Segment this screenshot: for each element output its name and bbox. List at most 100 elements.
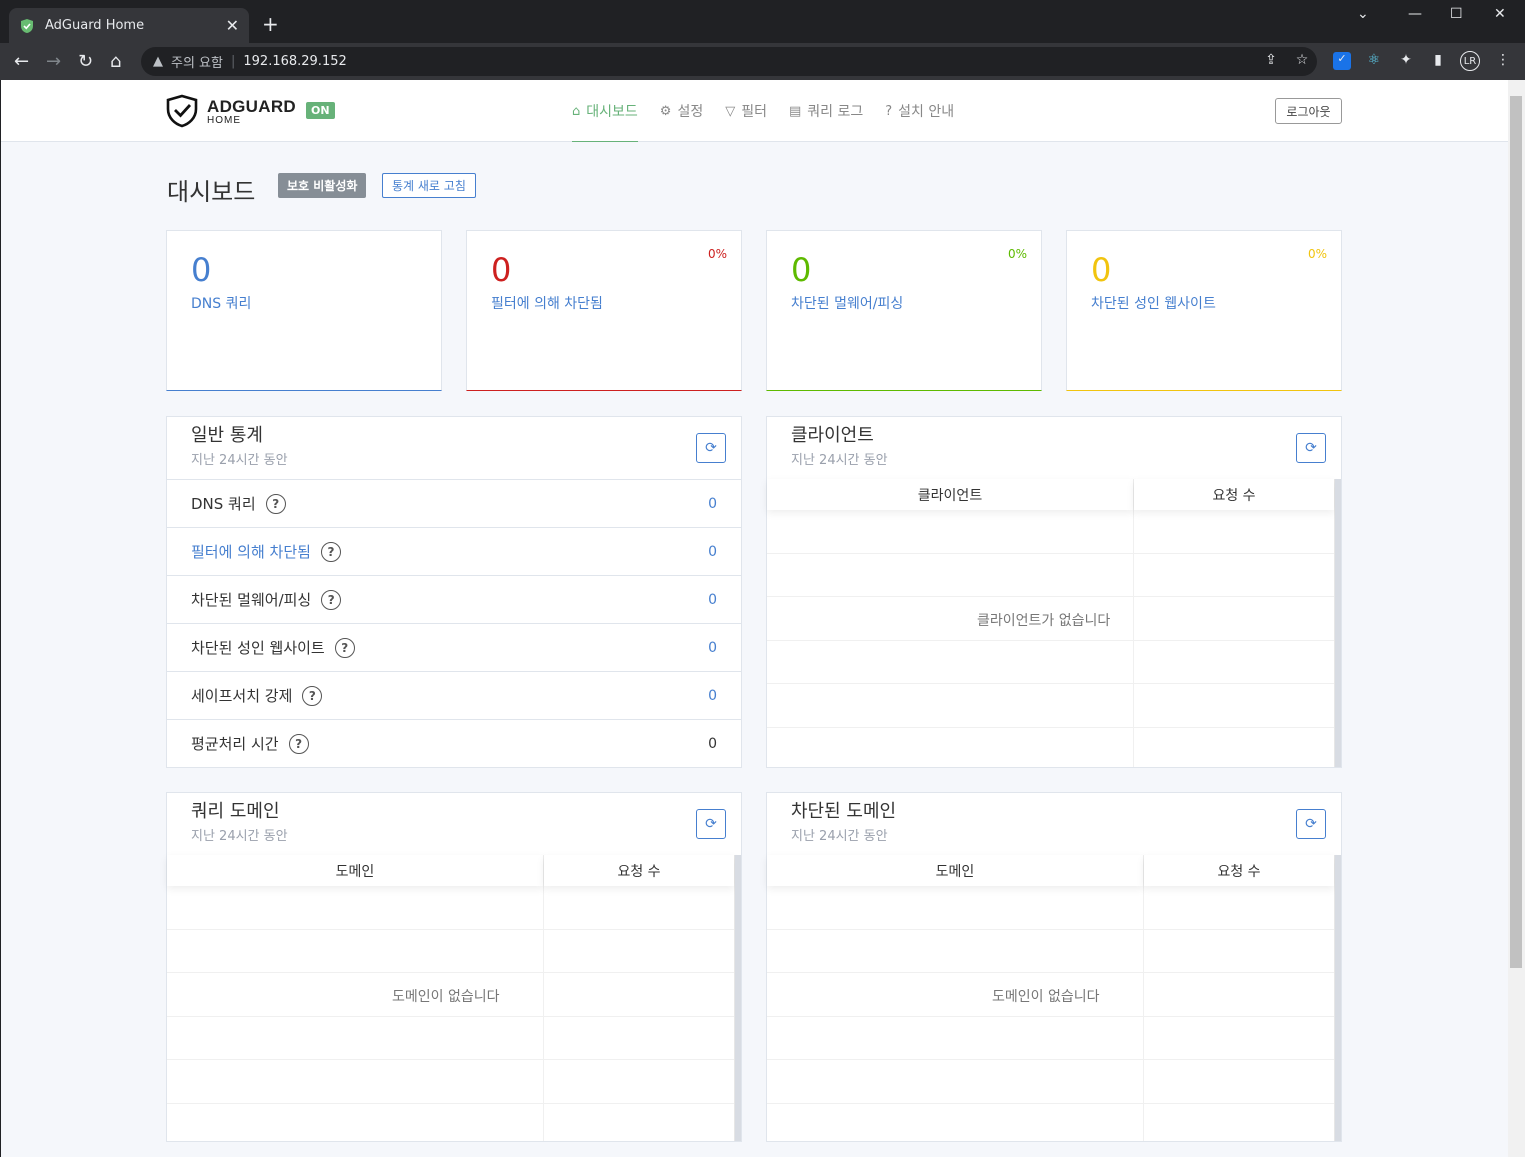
column-header[interactable]: 요청 수 [1144,855,1334,886]
stat-value: 0 [491,251,512,289]
refresh-stats-button[interactable]: 통계 새로 고침 [382,173,476,198]
back-icon[interactable]: ← [14,51,29,72]
empty-message: 클라이언트가 없습니다 [959,602,1129,638]
card-subtitle: 지난 24시간 동안 [191,829,288,844]
reload-icon[interactable]: ↻ [78,51,93,72]
column-header[interactable]: 요청 수 [544,855,734,886]
browser-tab[interactable]: AdGuard Home ✕ [9,8,249,43]
nav-settings[interactable]: ⚙ 설정 [660,80,703,142]
clients-table: 클라이언트 요청 수 클라이언트가 없습니다 [767,479,1335,767]
main-nav: ⌂ 대시보드 ⚙ 설정 ▽ 필터 ▤ 쿼리 로그 ? 설치 안내 [572,80,976,142]
adguard-shield-icon [166,94,198,128]
column-header[interactable]: 클라이언트 [767,479,1133,510]
logout-button[interactable]: 로그아웃 [1275,98,1342,124]
react-devtools-icon[interactable]: ⚛ [1365,52,1383,70]
nav-label: 대시보드 [586,104,638,120]
help-circle-icon[interactable]: ? [265,493,286,514]
stat-percent: 0% [707,247,727,261]
stat-row: 차단된 멀웨어/피싱? 0 [167,575,741,623]
address-input[interactable]: ▲ 주의 요함 | 192.168.29.152 [141,47,1317,76]
help-circle-icon[interactable]: ? [320,541,341,562]
column-header[interactable]: 도메인 [167,855,543,886]
profile-avatar[interactable]: LR [1460,51,1480,71]
sidepanel-icon[interactable]: ▮ [1429,52,1447,70]
stat-card-blocked-adult: 0 차단된 성인 웹사이트 0% [1066,230,1342,391]
nav-label: 쿼리 로그 [807,104,864,120]
table-scrollbar[interactable] [1335,479,1341,767]
stat-row-label: 평균처리 시간? [191,733,309,754]
card-subtitle: 지난 24시간 동안 [791,829,888,844]
stat-value: 0 [191,251,212,289]
stat-percent: 0% [1007,247,1027,261]
stat-row-label[interactable]: 필터에 의해 차단됨? [191,541,341,562]
nav-query-log[interactable]: ▤ 쿼리 로그 [789,80,863,142]
stat-value: 0 [791,251,812,289]
blocked-domains-table: 도메인 요청 수 도메인이 없습니다 [767,855,1335,1141]
stat-card-blocked-filters: 0 필터에 의해 차단됨 0% [466,230,742,391]
column-header[interactable]: 요청 수 [1134,479,1334,510]
new-tab-button[interactable]: + [262,12,279,36]
window-close-icon[interactable]: ✕ [1494,6,1506,22]
bookmark-star-icon[interactable]: ☆ [1293,52,1311,70]
stat-row-value: 0 [708,495,717,512]
tab-title: AdGuard Home [45,18,145,33]
browser-tab-bar: AdGuard Home ✕ + ⌄ — ☐ ✕ [0,0,1525,43]
stat-row-value: 0 [708,639,717,656]
stat-row: 필터에 의해 차단됨? 0 [167,527,741,575]
table-scrollbar[interactable] [1335,855,1341,1141]
warning-icon: ▲ [153,54,163,69]
stat-row-value: 0 [708,687,717,704]
help-circle-icon[interactable]: ? [302,685,323,706]
nav-dashboard[interactable]: ⌂ 대시보드 [572,80,638,142]
gear-icon: ⚙ [659,103,672,119]
stat-row-label: 차단된 멀웨어/피싱? [191,589,342,610]
maximize-icon[interactable]: ☐ [1450,6,1463,22]
help-circle-icon[interactable]: ? [288,733,309,754]
home-icon: ⌂ [572,103,581,119]
column-header[interactable]: 도메인 [767,855,1143,886]
page-content: ADGUARD HOME ON ⌂ 대시보드 ⚙ 설정 ▽ 필터 ▤ 쿼리 로그 ? 설치… [1,80,1508,1157]
tab-search-icon[interactable]: ⌄ [1357,6,1369,22]
nav-setup-guide[interactable]: ? 설치 안내 [885,80,954,142]
extension-check-icon[interactable]: ✓ [1333,52,1351,70]
nav-filters[interactable]: ▽ 필터 [725,80,767,142]
card-title: 일반 통계 [191,425,263,446]
close-tab-icon[interactable]: ✕ [226,16,239,35]
refresh-icon[interactable]: ⟳ [696,809,726,839]
address-divider: | [230,54,236,69]
help-circle-icon[interactable]: ? [334,637,355,658]
forward-icon[interactable]: → [46,51,61,72]
stat-row-value: 0 [708,543,717,560]
adguard-logo[interactable]: ADGUARD HOME [165,94,296,128]
empty-message: 도메인이 없습니다 [974,978,1118,1014]
browser-menu-icon[interactable]: ⋮ [1494,52,1512,70]
extensions-puzzle-icon[interactable]: ✦ [1397,52,1415,70]
card-title: 쿼리 도메인 [191,801,280,822]
empty-message: 도메인이 없습니다 [374,978,518,1014]
disable-protection-button[interactable]: 보호 비활성화 [278,173,367,198]
stat-value: 0 [1091,251,1112,289]
help-circle-icon[interactable]: ? [321,589,342,610]
minimize-icon[interactable]: — [1408,6,1422,22]
home-button-icon[interactable]: ⌂ [110,51,121,72]
stat-card-dns-queries: 0 DNS 쿼리 [166,230,442,391]
stat-row: DNS 쿼리? 0 [167,479,741,527]
stat-label: 차단된 멀웨어/피싱 [791,296,904,312]
card-subtitle: 지난 24시간 동안 [791,453,888,468]
adguard-favicon-icon [21,18,33,33]
stat-row-label: 세이프서치 강제? [191,685,323,706]
page-title: 대시보드 [167,178,256,206]
table-scrollbar[interactable] [735,855,741,1141]
refresh-icon[interactable]: ⟳ [1296,809,1326,839]
document-icon: ▤ [788,103,802,119]
refresh-icon[interactable]: ⟳ [1296,433,1326,463]
page-scrollbar-thumb[interactable] [1510,96,1522,968]
stat-row: 차단된 성인 웹사이트? 0 [167,623,741,671]
nav-label: 필터 [741,104,767,120]
refresh-icon[interactable]: ⟳ [696,433,726,463]
filter-icon: ▽ [725,103,736,119]
stat-row: 평균처리 시간? 0 [167,719,741,767]
share-icon[interactable]: ⇪ [1262,52,1280,70]
card-title: 클라이언트 [791,425,874,446]
nav-label: 설정 [677,104,704,120]
